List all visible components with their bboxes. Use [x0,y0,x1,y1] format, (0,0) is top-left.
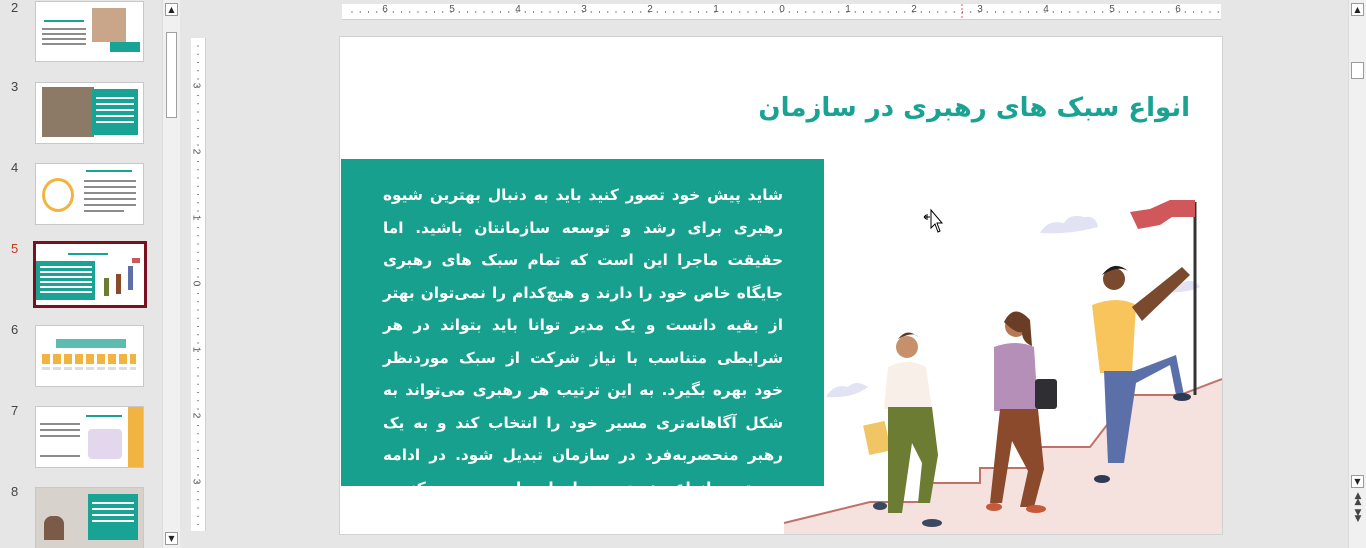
slide-thumbnail-6[interactable] [35,325,144,387]
thumb-number-6: 6 [11,322,19,337]
vruler-label: 3 [190,82,202,89]
slide-scrollbar[interactable]: ▲ ▼ ▲ ▲ ▼ ▼ [1348,0,1366,548]
slide-canvas[interactable]: انواع سبک های رهبری در سازمان شاید پیش خ… [340,37,1222,534]
slide-body-text[interactable]: شاید پیش خود تصور کنید باید به دنبال بهت… [383,179,783,504]
slide-thumbnail-2[interactable] [35,1,144,62]
thumbnail-scroll-thumb[interactable] [166,32,177,118]
scroll-down-icon[interactable]: ▼ [1351,475,1364,488]
hruler-label: 2 [647,4,653,15]
hruler-label: 1 [845,4,851,15]
vruler-label: 1 [190,214,202,221]
horizontal-ruler: 6 5 4 3 2 1 0 1 2 3 4 5 6 [342,4,1221,20]
slide-title[interactable]: انواع سبک های رهبری در سازمان [670,93,1190,123]
vertical-ruler: 3 2 1 0 1 2 3 [190,38,206,531]
thumb-number-7: 7 [11,403,19,418]
vruler-label: 2 [190,148,202,155]
thumb-number-2: 2 [11,0,19,15]
hruler-label: 1 [713,4,719,15]
slide-thumbnail-pane: 2 3 4 5 6 7 8 [0,0,162,548]
scroll-down-icon[interactable]: ▼ [165,532,178,545]
thumb-number-4: 4 [11,160,19,175]
hruler-label: 3 [581,4,587,15]
move-cursor-icon [923,208,944,233]
hruler-label: 5 [449,4,455,15]
thumb-number-5: 5 [11,241,19,256]
hruler-label: 2 [911,4,917,15]
slide-scroll-thumb[interactable] [1351,62,1364,79]
vruler-label: 1 [190,346,202,353]
thumb-number-8: 8 [11,484,19,499]
vruler-label: 3 [190,478,202,485]
slide-thumbnail-3[interactable] [35,82,144,144]
thumb-number-3: 3 [11,79,19,94]
thumbnail-scrollbar[interactable]: ▲ ▼ [162,0,180,548]
previous-slide-icon[interactable]: ▲ ▲ [1353,492,1363,507]
next-slide-icon[interactable]: ▼ ▼ [1353,509,1363,524]
scroll-up-icon[interactable]: ▲ [1351,3,1364,16]
hruler-label: 3 [977,4,983,15]
hruler-label: 4 [1043,4,1049,15]
vruler-label: 2 [190,412,202,419]
hruler-label: 6 [382,4,388,15]
slide-thumbnail-7[interactable] [35,406,144,468]
hruler-label: 0 [779,4,785,15]
slide-thumbnail-8[interactable] [35,487,144,548]
leadership-stairs-illustration[interactable] [780,157,1222,534]
text-box[interactable]: شاید پیش خود تصور کنید باید به دنبال بهت… [341,159,824,497]
hruler-label: 4 [515,4,521,15]
hruler-label: 6 [1175,4,1181,15]
hruler-label: 5 [1109,4,1115,15]
slide-thumbnail-5[interactable] [33,241,147,308]
vruler-label: 0 [190,280,202,287]
slide-thumbnail-4[interactable] [35,163,144,225]
scroll-up-icon[interactable]: ▲ [165,3,178,16]
